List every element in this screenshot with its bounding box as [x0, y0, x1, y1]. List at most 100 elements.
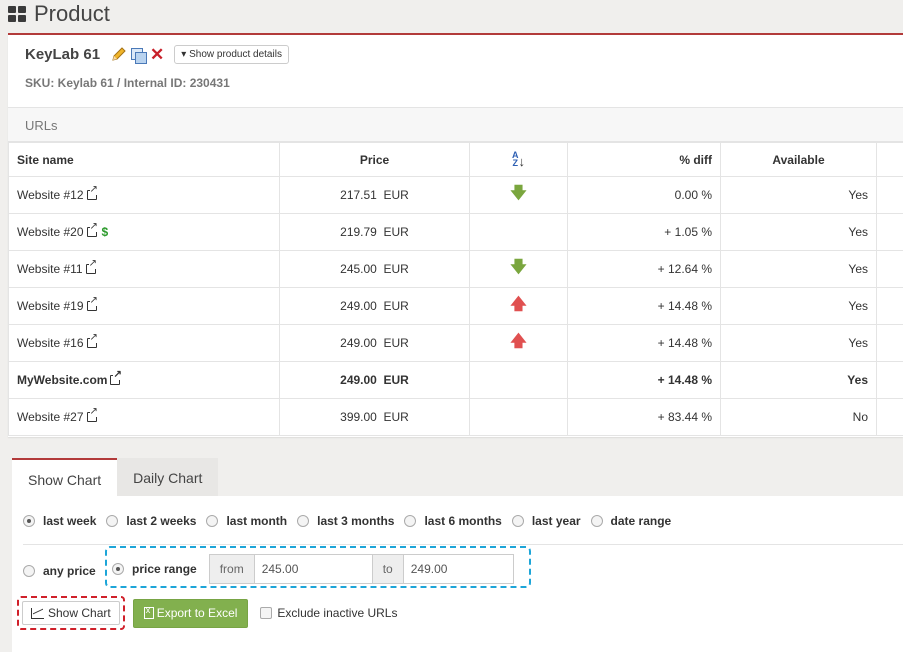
table-row: Website #20 $219.79 EUR + 1.05 %Yes: [8, 213, 903, 251]
copy-icon[interactable]: [130, 47, 148, 64]
site-link[interactable]: Website #27: [17, 410, 84, 424]
price-up-icon: 🡅: [510, 295, 527, 313]
site-link[interactable]: MyWebsite.com: [17, 373, 107, 387]
urls-table: Site name Price A Z↓ % diff Available Web…: [8, 142, 903, 436]
external-link-icon[interactable]: [86, 407, 98, 422]
site-name-cell: Website #19: [8, 287, 280, 325]
sort-arrow-icon: ↓: [518, 153, 526, 169]
period-option[interactable]: last 6 months: [404, 514, 502, 528]
dollar-icon: $: [101, 225, 109, 239]
currency: EUR: [383, 299, 409, 313]
external-link-icon[interactable]: [110, 370, 122, 385]
line-chart-icon: [31, 607, 44, 619]
diff-cell: + 14.48 %: [567, 287, 721, 325]
trend-cell: [469, 398, 568, 436]
any-price-radio[interactable]: [23, 565, 35, 577]
site-link[interactable]: Website #19: [17, 299, 84, 313]
trend-cell: 🡇: [469, 250, 568, 288]
extra-cell: [876, 250, 903, 288]
tab-show-chart[interactable]: Show Chart: [12, 458, 118, 496]
external-link-icon[interactable]: [86, 185, 98, 200]
price-value: 249.00: [340, 336, 377, 350]
diff-cell: + 12.64 %: [567, 250, 721, 288]
period-option[interactable]: last 3 months: [297, 514, 394, 528]
from-addon: from: [208, 554, 255, 584]
price-cell: 399.00 EUR: [279, 398, 470, 436]
price-to-input[interactable]: [403, 554, 514, 584]
table-row: Website #16 249.00 EUR 🡅 + 14.48 %Yes: [8, 324, 903, 362]
external-link-icon[interactable]: [86, 333, 98, 348]
period-radio[interactable]: [206, 515, 219, 527]
extra-cell: [876, 176, 903, 214]
price-filter-row: any price: [23, 556, 96, 586]
period-radio[interactable]: [590, 515, 603, 527]
period-label: last week: [43, 514, 97, 528]
external-link-icon[interactable]: [86, 222, 98, 237]
available-cell: Yes: [720, 250, 877, 288]
tab-daily-chart[interactable]: Daily Chart: [117, 458, 219, 496]
currency: EUR: [383, 410, 409, 424]
price-value: 249.00: [340, 373, 377, 387]
price-cell: 249.00 EUR: [279, 287, 470, 325]
site-name-cell: Website #27: [8, 398, 280, 436]
sku-line: SKU: Keylab 61 / Internal ID: 230431: [25, 76, 230, 90]
period-option[interactable]: date range: [590, 514, 672, 528]
price-cell: 245.00 EUR: [279, 250, 470, 288]
period-radio[interactable]: [404, 515, 417, 527]
col-diff[interactable]: % diff: [567, 142, 721, 177]
chart-tabs: Show Chart Daily Chart: [12, 458, 219, 496]
exclude-inactive-label: Exclude inactive URLs: [277, 606, 398, 620]
period-option[interactable]: last year: [511, 514, 581, 528]
exclude-inactive-checkbox[interactable]: [260, 607, 273, 619]
site-link[interactable]: Website #12: [17, 188, 84, 202]
table-row: MyWebsite.com 249.00 EUR + 14.48 %Yes: [8, 361, 903, 399]
period-option[interactable]: last week: [23, 514, 96, 528]
col-price[interactable]: Price: [279, 142, 470, 177]
period-radio[interactable]: [23, 515, 35, 527]
pencil-icon[interactable]: [110, 46, 126, 63]
diff-cell: + 83.44 %: [567, 398, 721, 436]
period-option[interactable]: last month: [206, 514, 287, 528]
period-option[interactable]: last 2 weeks: [106, 514, 196, 528]
extra-cell: [876, 287, 903, 325]
export-label: Export to Excel: [156, 606, 238, 620]
site-link[interactable]: Website #20: [17, 225, 84, 239]
close-icon[interactable]: ✕: [150, 46, 164, 63]
trend-cell: 🡇: [469, 176, 568, 214]
price-cell: 249.00 EUR: [279, 324, 470, 362]
site-link[interactable]: Website #11: [17, 262, 83, 276]
price-range-radio[interactable]: [112, 563, 124, 575]
show-chart-button[interactable]: Show Chart: [22, 601, 120, 625]
product-name: KeyLab 61: [25, 46, 101, 63]
period-label: date range: [610, 514, 672, 528]
external-link-icon[interactable]: [85, 259, 97, 274]
price-from-input[interactable]: [254, 554, 373, 584]
col-available[interactable]: Available: [720, 142, 877, 177]
price-value: 249.00: [340, 299, 377, 313]
show-product-details-button[interactable]: ▾ Show product details: [174, 45, 289, 64]
price-cell: 249.00 EUR: [279, 361, 470, 399]
col-site-name[interactable]: Site name: [8, 142, 280, 177]
currency: EUR: [383, 373, 409, 387]
show-chart-highlight: Show Chart: [17, 596, 125, 630]
external-link-icon[interactable]: [86, 296, 98, 311]
period-options: last week last 2 weeks last month last 3 mo…: [23, 514, 681, 528]
to-addon: to: [372, 554, 404, 584]
table-header-row: Site name Price A Z↓ % diff Available: [8, 142, 903, 177]
table-row: Website #12 217.51 EUR 🡇 0.00 %Yes: [8, 176, 903, 214]
site-link[interactable]: Website #16: [17, 336, 84, 350]
trend-cell: 🡅: [469, 287, 568, 325]
period-radio[interactable]: [297, 515, 310, 527]
sort-cell[interactable]: A Z↓: [469, 142, 568, 177]
export-excel-button[interactable]: Export to Excel: [132, 598, 249, 628]
price-value: 217.51: [340, 188, 377, 202]
price-down-icon: 🡇: [510, 258, 527, 276]
available-cell: No: [720, 398, 877, 436]
period-radio[interactable]: [106, 515, 119, 527]
urls-title: URLs: [25, 118, 58, 133]
trend-cell: [469, 361, 568, 399]
site-name-cell: Website #11: [8, 250, 280, 288]
period-label: last 3 months: [317, 514, 395, 528]
show-chart-label: Show Chart: [48, 606, 111, 620]
period-radio[interactable]: [511, 515, 524, 527]
